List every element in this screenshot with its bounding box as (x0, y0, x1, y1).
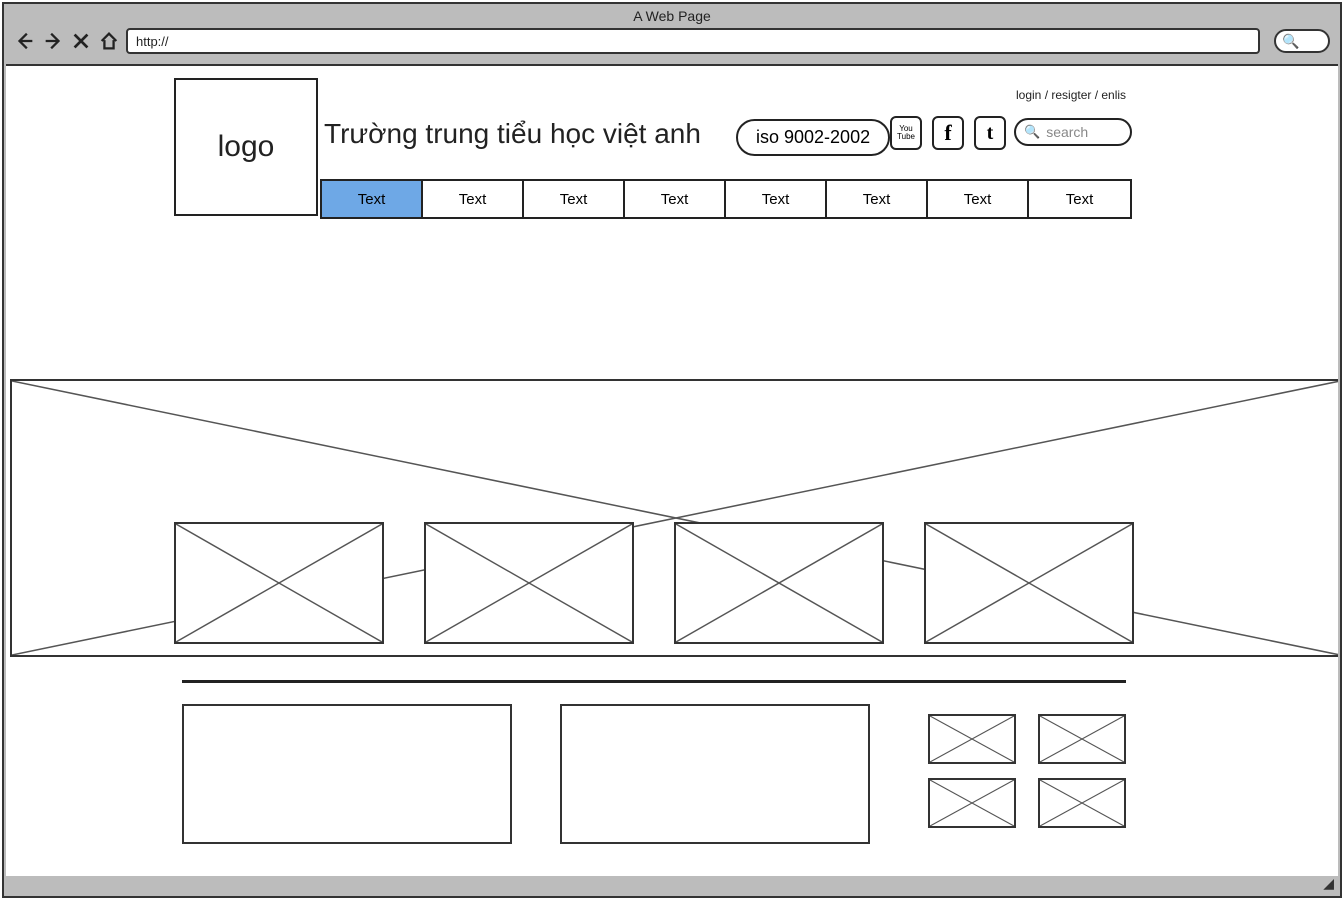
nav-tab-6[interactable]: Text (827, 181, 928, 217)
mini-thumb-1[interactable] (928, 714, 1016, 764)
nav-tab-8[interactable]: Text (1029, 181, 1130, 217)
home-icon[interactable] (98, 30, 120, 52)
nav-tab-1[interactable]: Text (322, 181, 423, 217)
url-bar[interactable]: http:// (126, 28, 1260, 54)
search-placeholder: search (1046, 124, 1088, 140)
resize-grip-icon[interactable]: ◢ (1323, 875, 1334, 892)
main-nav: Text Text Text Text Text Text Text Text (320, 179, 1132, 219)
thumbnail-row (174, 522, 1134, 644)
top-links[interactable]: login / resigter / enlis (1016, 88, 1126, 102)
site-header: logo Trường trung tiểu học việt anh iso … (6, 66, 1338, 221)
browser-title: A Web Page (4, 4, 1340, 26)
youtube-icon[interactable]: You Tube (890, 116, 922, 150)
nav-tab-5[interactable]: Text (726, 181, 827, 217)
url-text: http:// (136, 34, 169, 49)
page-viewport: logo Trường trung tiểu học việt anh iso … (6, 64, 1338, 894)
forward-icon[interactable] (42, 30, 64, 52)
thumb-4[interactable] (924, 522, 1134, 644)
search-icon: 🔍 (1282, 33, 1299, 50)
browser-search-pill[interactable]: 🔍 (1274, 29, 1330, 53)
mini-thumb-4[interactable] (1038, 778, 1126, 828)
iso-badge: iso 9002-2002 (736, 119, 890, 156)
content-panel-1 (182, 704, 512, 844)
top-links-text: login / resigter / enlis (1016, 88, 1126, 102)
browser-toolbar: http:// 🔍 (4, 26, 1340, 62)
twitter-icon[interactable]: t (974, 116, 1006, 150)
social-icons: You Tube f t (890, 116, 1006, 150)
iso-text: iso 9002-2002 (756, 127, 870, 147)
mini-thumb-3[interactable] (928, 778, 1016, 828)
search-icon: 🔍 (1024, 124, 1040, 140)
nav-tab-4[interactable]: Text (625, 181, 726, 217)
lower-section (182, 704, 1126, 844)
site-title: Trường trung tiểu học việt anh (324, 118, 701, 150)
nav-tab-3[interactable]: Text (524, 181, 625, 217)
footer-strip (6, 876, 1338, 894)
thumb-2[interactable] (424, 522, 634, 644)
stop-icon[interactable] (70, 30, 92, 52)
mini-thumb-grid (928, 704, 1126, 844)
mini-thumb-2[interactable] (1038, 714, 1126, 764)
content-panel-2 (560, 704, 870, 844)
thumb-1[interactable] (174, 522, 384, 644)
nav-tab-2[interactable]: Text (423, 181, 524, 217)
logo-text: logo (218, 130, 275, 164)
browser-window: A Web Page http:// 🔍 logo Trường trung t… (2, 2, 1342, 898)
nav-tab-7[interactable]: Text (928, 181, 1029, 217)
section-divider (182, 680, 1126, 683)
header-search[interactable]: 🔍 search (1014, 118, 1132, 146)
logo[interactable]: logo (174, 78, 318, 216)
thumb-3[interactable] (674, 522, 884, 644)
facebook-icon[interactable]: f (932, 116, 964, 150)
back-icon[interactable] (14, 30, 36, 52)
